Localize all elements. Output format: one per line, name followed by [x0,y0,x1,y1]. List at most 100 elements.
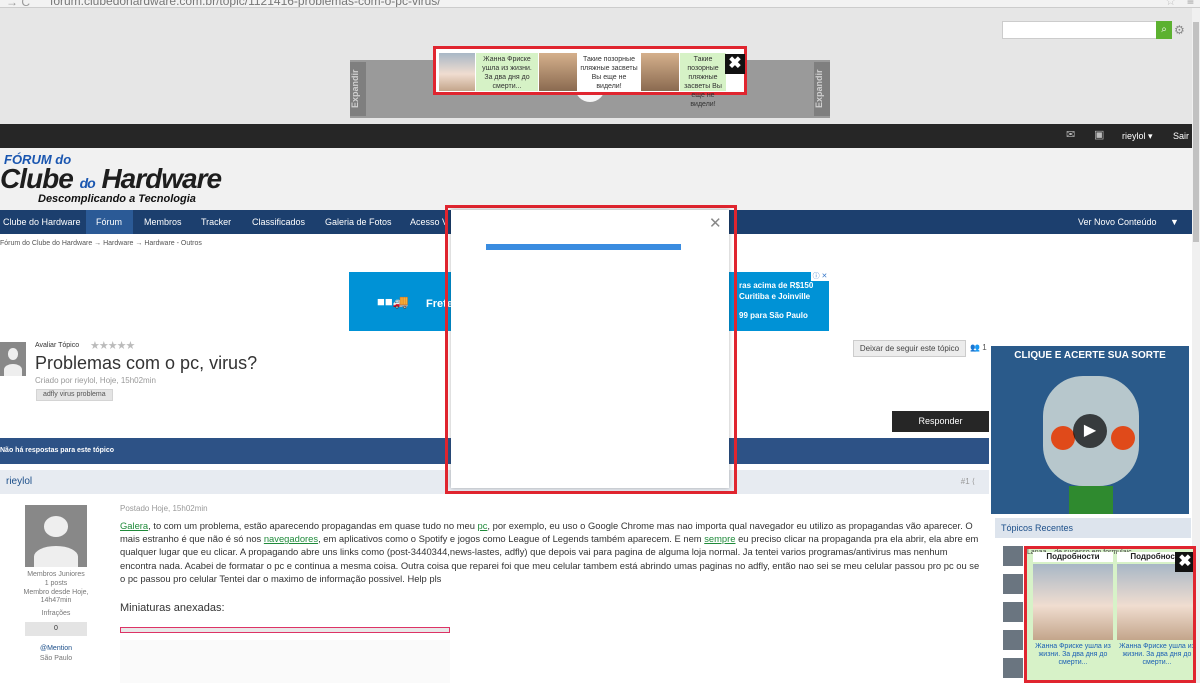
nav-item-galeria[interactable]: Galeria de Fotos [325,217,392,227]
back-forward-reload-icon[interactable]: → C [6,0,30,7]
avatar[interactable] [0,342,26,376]
breadcrumb[interactable]: Fórum do Clube do Hardware → Hardware → … [0,240,202,247]
menu-icon[interactable]: ≡ [1187,0,1194,7]
loading-bar [486,244,681,250]
address-bar[interactable]: forum.clubedohardware.com.br/topic/11214… [50,0,441,7]
ad-photo[interactable] [539,53,577,91]
no-replies-text: Não há respostas para este tópico [0,447,114,454]
sidebar-video-ad[interactable]: CLIQUE E ACERTE SUA SORTE ▶ [991,346,1189,514]
recent-topic-avatar[interactable] [1003,602,1023,622]
reply-button[interactable]: Responder [892,411,989,432]
ad-link[interactable]: pc [478,520,488,531]
logo-tagline: Descomplicando a Tecnologia [38,193,196,205]
star-icon[interactable]: ☆ [1165,0,1176,7]
ad-link[interactable]: navegadores [264,533,318,544]
ad-column[interactable]: Подробности Жанна Фриске ушла из жизни. … [1033,552,1113,667]
user-menu[interactable]: rieylol ▾ [1122,131,1153,142]
logo-word-do: do [79,175,96,191]
clown-bowtie [1069,486,1113,514]
nav-item-membros[interactable]: Membros [144,217,182,227]
rate-topic-label: Avaliar Tópico [35,342,80,349]
clown-cheek [1051,426,1075,450]
recent-topics-header: Tópicos Recentes [995,518,1191,538]
close-ad-button[interactable]: ✖ [1175,552,1193,572]
ad-caption[interactable]: Жанна Фриске ушла из жизни. За два дня д… [1117,643,1193,667]
nav-item-forum[interactable]: Fórum [96,217,122,227]
banner-text-line2: Curitiba e Joinville [739,292,811,301]
ad-text-3[interactable]: Такие позорные пляжные засветы Вы еще не… [680,53,726,108]
ad-photo[interactable] [439,53,475,91]
followers-icon: 👥 [970,343,980,352]
search-icon[interactable]: ⌕ [1156,21,1172,39]
ad-photo[interactable] [1033,564,1113,640]
user-posts: 1 posts [44,580,68,587]
nav-item-clube[interactable]: Clube do Hardware [3,217,81,227]
expand-right-label[interactable]: Expandir [814,62,830,116]
ad-text-1[interactable]: Жанна Фриске ушла из жизни. За два дня д… [476,53,538,91]
play-icon[interactable]: ▶ [1073,414,1107,448]
user-member-since: Membro desde Hoje, 14h47min [23,589,89,604]
scrollbar-thumb[interactable] [1193,22,1199,242]
popup-modal[interactable]: ✕ [451,210,729,488]
followers-count-value: 1 [982,343,987,352]
ad-photo[interactable] [641,53,679,91]
nav-item-tracker[interactable]: Tracker [201,217,231,227]
recent-topic-avatar[interactable] [1003,574,1023,594]
clown-cheek [1111,426,1135,450]
post-text: , em aplicativos como o Spotify e jogos … [318,533,705,545]
ad-link[interactable]: sempre [704,533,735,544]
nav-item-new-content[interactable]: Ver Novo Conteúdo [1078,217,1157,227]
page-title: Problemas com o pc, virus? [35,353,258,373]
banner-text-line1: ras acima de R$150 [739,281,814,290]
post-number[interactable]: #1 ⟨ [961,477,975,486]
unfollow-topic-button[interactable]: Deixar de seguir este tópico [853,340,966,357]
user-infractions-label: Infrações [41,610,71,617]
post-text: , to com um problema, estão aparecendo p… [148,520,478,531]
site-logo[interactable]: Clube do Hardware [0,163,222,195]
site-header: FÓRUM do Clube do Hardware Descomplicand… [0,148,1200,210]
location-pin-icon[interactable]: ▼ [1170,217,1179,227]
logout-link[interactable]: Sair [1173,131,1189,141]
user-location: São Paulo [39,655,73,662]
ad-caption[interactable]: Жанна Фриске ушла из жизни. За два дня д… [1033,643,1113,667]
logo-word-clube: Clube [0,163,74,194]
attachment-image[interactable] [120,640,450,683]
close-ad-button[interactable]: ✖ [725,54,745,74]
ad-link[interactable]: Galera [120,520,148,531]
post-date: Postado Hoje, 15h02min [120,504,208,513]
adchoices-icon[interactable]: ⓘ ✕ [811,272,829,281]
avatar[interactable] [25,505,87,567]
truck-icon: ■■🚚 [377,294,409,309]
close-icon[interactable]: ✕ [709,214,722,232]
user-rank: Membros Juniores [27,571,85,578]
inbox-icon[interactable]: ✉ [1066,130,1078,141]
topic-meta: Criado por rieylol, Hoje, 15h02min [35,376,156,385]
user-bar: ✉ ▣ rieylol ▾ Sair [0,124,1200,148]
search-input[interactable] [1002,21,1157,39]
mention-link[interactable]: @Mention [16,645,96,652]
popup-ad-top[interactable]: Жанна Фриске ушла из жизни. За два дня д… [433,46,747,108]
attachment-thumbnail[interactable] [120,627,450,633]
expand-left-label[interactable]: Expandir [350,62,366,116]
topic-tag[interactable]: adfly virus problema [36,389,113,401]
gear-icon[interactable]: ⚙ [1174,23,1185,37]
browser-toolbar: → C forum.clubedohardware.com.br/topic/1… [0,0,1200,8]
post-author[interactable]: rieylol [6,476,32,487]
recent-topic-avatar[interactable] [1003,658,1023,678]
nav-item-classificados[interactable]: Classificados [252,217,305,227]
followers-count[interactable]: 👥 1 [970,343,987,352]
infractions-count: 0 [25,622,87,636]
ad-details-label[interactable]: Подробности [1033,552,1113,562]
ad-caption: CLIQUE E ACERTE SUA SORTE [1014,350,1166,361]
attachments-label: Miniaturas anexadas: [120,602,225,614]
nav-item-acesso[interactable]: Acesso V [410,217,448,227]
recent-topic-avatar[interactable] [1003,630,1023,650]
post-body: Galera, to com um problema, estão aparec… [120,519,980,585]
notifications-icon[interactable]: ▣ [1094,130,1106,141]
ad-photo[interactable] [1117,564,1193,640]
popup-ad-bottom[interactable]: Lanaa... de sucesso em formulaic Подробн… [1024,546,1196,683]
ad-text-2[interactable]: Такие позорные пляжные засветы Вы еще не… [578,53,640,91]
logo-word-hardware: Hardware [101,163,222,194]
recent-topic-avatar[interactable] [1003,546,1023,566]
rating-stars[interactable]: ★★★★★ [90,339,135,352]
